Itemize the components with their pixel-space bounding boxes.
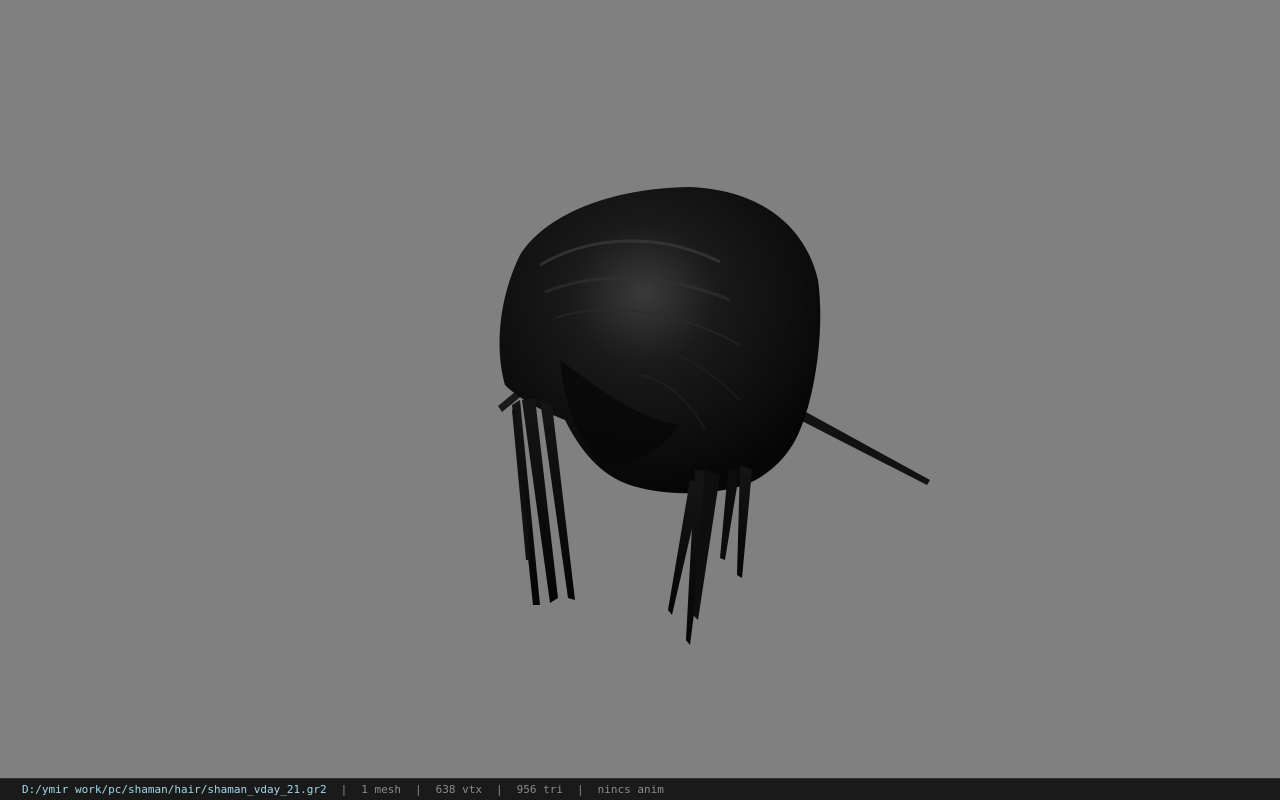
hairpin-right (800, 412, 930, 485)
anim-status: nincs anim (597, 783, 664, 796)
separator: | (340, 783, 348, 796)
mesh-count: 1 mesh (361, 783, 402, 796)
separator: | (576, 783, 584, 796)
file-path: D:/ymir work/pc/shaman/hair/shaman_vday_… (22, 783, 327, 796)
vertex-count: 638 vtx (435, 783, 482, 796)
hair-model-render (498, 187, 930, 645)
status-bar: D:/ymir work/pc/shaman/hair/shaman_vday_… (0, 778, 1280, 800)
separator: | (496, 783, 503, 796)
separator: | (415, 783, 422, 796)
3d-viewport[interactable] (0, 0, 1280, 778)
triangle-count: 956 tri (516, 783, 563, 796)
